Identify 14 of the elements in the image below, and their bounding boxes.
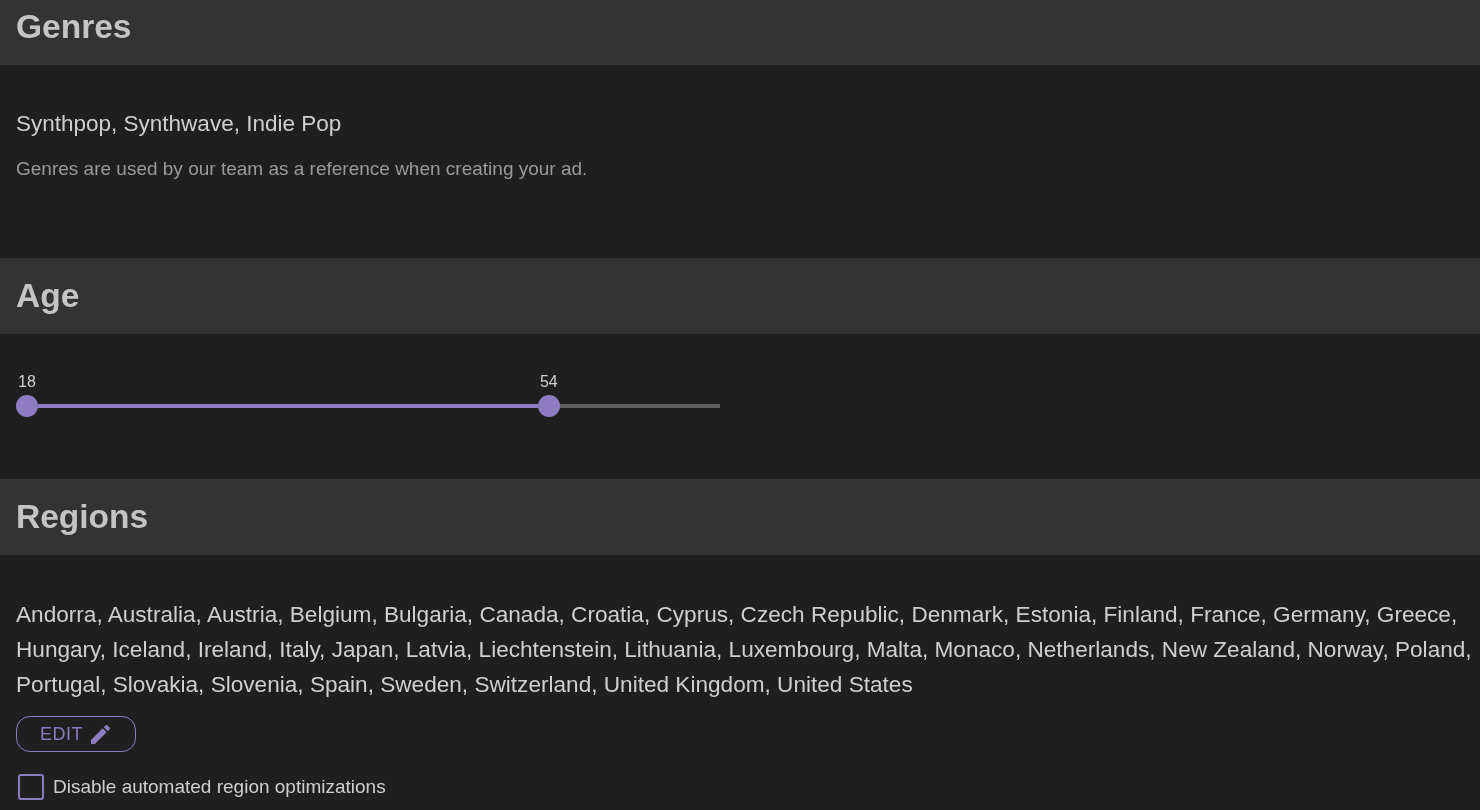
hint-text: Genres are used by our team as a reference when creating your ad. bbox=[16, 157, 589, 181]
section-title: Genres bbox=[16, 8, 132, 46]
pencil-icon bbox=[91, 724, 110, 744]
section-title: Age bbox=[16, 277, 80, 315]
edit-button[interactable]: EDIT bbox=[16, 716, 136, 752]
slider-thumb[interactable] bbox=[537, 395, 560, 417]
checkbox[interactable] bbox=[18, 774, 44, 801]
section-title: Regions bbox=[16, 498, 149, 536]
genres-value: Synthpop, Synthwave, Indie Pop bbox=[16, 110, 343, 138]
regions-list: Andorra, Australia, Austria, Belgium, Bulgaria, Canada, Croatia, Cyprus, Czech Republic, Denmark, Estonia, Finland, France, Germany, Greece, Hungary, Iceland, Ireland, Italy, Japan, Latvia, Liechtenstein, Lithuania, Luxembourg, Malta, Monaco, Netherlands, New Zealand, Norway, Poland, Portugal, Slovakia, Slovenia, Spain, Sweden, Switzerland, United Kingdom, United States bbox=[16, 597, 1472, 702]
slider-value-label: 18 bbox=[18, 372, 36, 392]
checkbox-label: Disable automated region optimizations bbox=[53, 775, 386, 799]
slider-value-label: 54 bbox=[539, 372, 558, 392]
slider-thumb[interactable] bbox=[16, 395, 38, 417]
